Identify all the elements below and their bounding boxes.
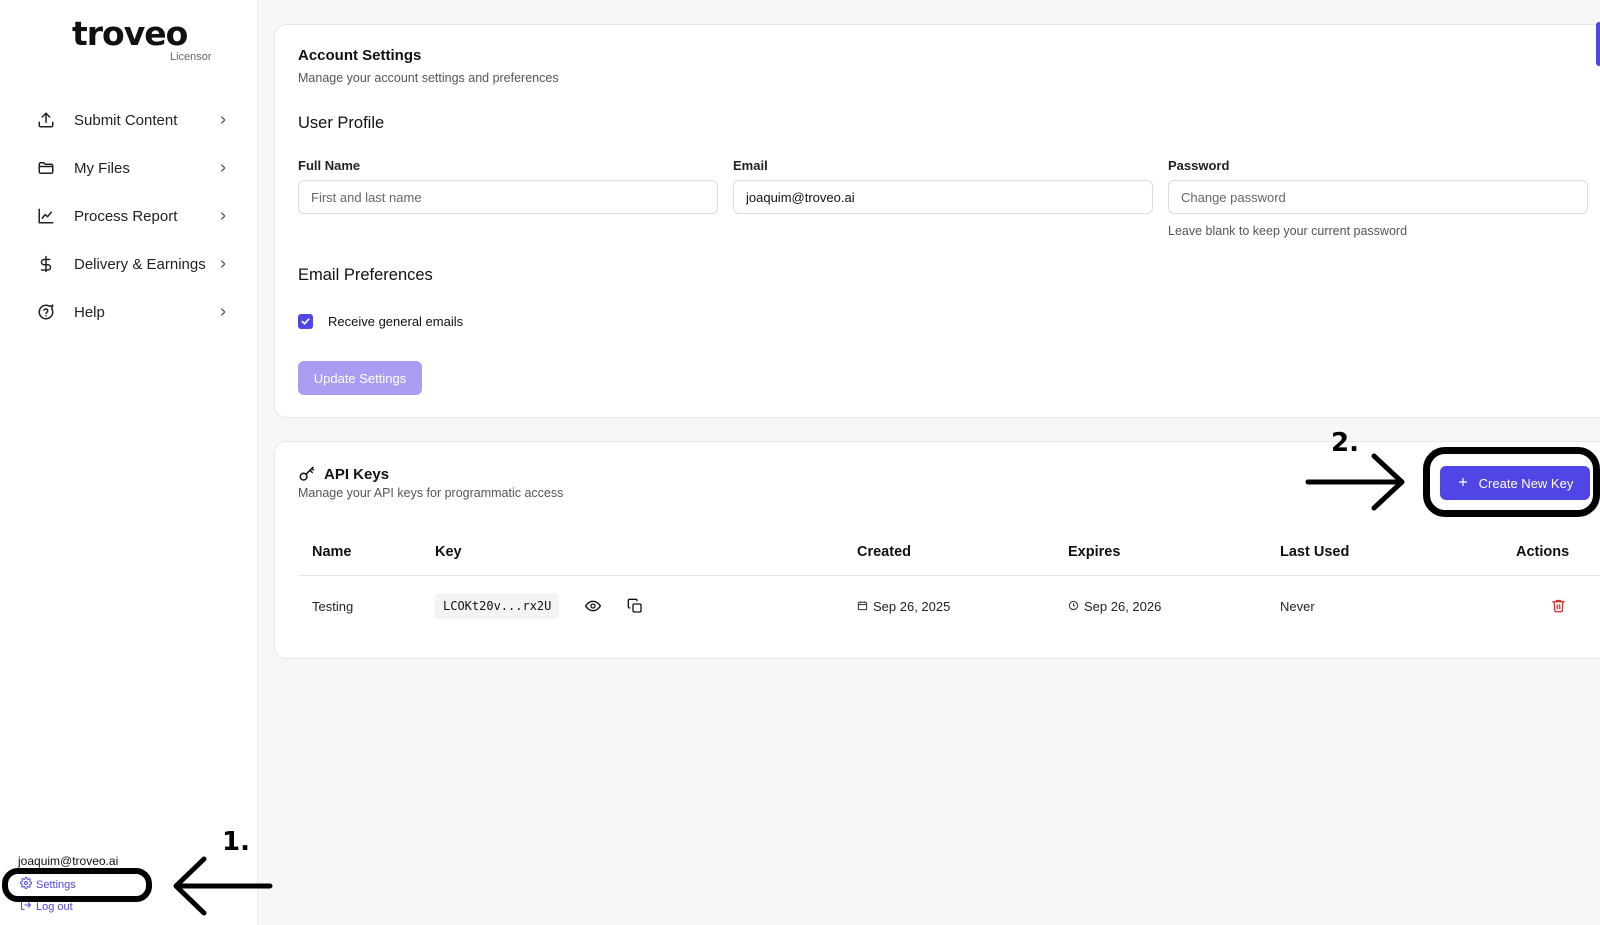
- password-label: Password: [1168, 158, 1230, 173]
- step-2-label: 2.: [1331, 428, 1359, 458]
- create-key-highlight-outline: [1423, 447, 1600, 517]
- right-edge-tab[interactable]: [1596, 22, 1600, 66]
- sidebar-item-process-report[interactable]: Process Report: [36, 192, 230, 240]
- column-header-last-used: Last Used: [1280, 544, 1350, 560]
- password-help-text: Leave blank to keep your current passwor…: [1168, 224, 1408, 238]
- sidebar-item-help[interactable]: Help: [36, 288, 230, 336]
- general-emails-label: Receive general emails: [328, 314, 464, 329]
- expires-date: Sep 26, 2026: [1084, 599, 1162, 614]
- api-keys-subtitle: Manage your API keys for programmatic ac…: [298, 486, 564, 500]
- sidebar-item-label: Process Report: [74, 207, 178, 225]
- email-input[interactable]: [733, 180, 1153, 214]
- settings-highlight-outline: [2, 868, 152, 902]
- api-keys-title: API Keys: [324, 466, 390, 483]
- help-bubble-icon: [36, 302, 56, 322]
- full-name-label: Full Name: [298, 158, 361, 173]
- check-icon: [301, 318, 310, 325]
- key-name-cell: Testing: [312, 599, 354, 614]
- calendar-icon: [857, 599, 868, 614]
- created-date: Sep 26, 2025: [873, 599, 951, 614]
- sidebar-item-label: Submit Content: [74, 111, 178, 129]
- trash-icon[interactable]: [1551, 598, 1566, 618]
- line-chart-icon: [36, 206, 56, 226]
- chevron-right-icon: [216, 209, 230, 223]
- expires-cell: Sep 26, 2026: [1068, 599, 1161, 614]
- brand-logo: troveo: [72, 14, 188, 53]
- upload-icon: [36, 110, 56, 130]
- key-icon: [298, 465, 316, 488]
- account-settings-card: Account Settings Manage your account set…: [274, 24, 1600, 418]
- full-name-input[interactable]: [298, 180, 718, 214]
- last-used-cell: Never: [1280, 599, 1315, 614]
- account-settings-title: Account Settings: [298, 47, 422, 64]
- general-emails-checkbox[interactable]: [298, 314, 313, 329]
- sidebar: troveo Licensor Submit Content My Files …: [0, 0, 258, 925]
- sidebar-item-label: Delivery & Earnings: [74, 255, 206, 273]
- copy-icon[interactable]: [627, 598, 643, 619]
- column-header-name: Name: [312, 544, 352, 560]
- eye-icon[interactable]: [584, 598, 602, 619]
- sidebar-nav: Submit Content My Files Process Report D…: [36, 96, 230, 336]
- sidebar-item-my-files[interactable]: My Files: [36, 144, 230, 192]
- password-input[interactable]: [1168, 180, 1588, 214]
- email-label: Email: [733, 158, 768, 173]
- column-header-actions: Actions: [1516, 544, 1570, 560]
- created-cell: Sep 26, 2025: [857, 599, 950, 614]
- api-keys-card: API Keys Manage your API keys for progra…: [274, 441, 1600, 659]
- sidebar-item-delivery-earnings[interactable]: Delivery & Earnings: [36, 240, 230, 288]
- column-header-created: Created: [857, 544, 911, 560]
- column-header-expires: Expires: [1068, 544, 1121, 560]
- chevron-right-icon: [216, 113, 230, 127]
- api-key-value: LCOKt20v...rx2U: [435, 593, 560, 619]
- step-1-label: 1.: [222, 827, 250, 857]
- email-preferences-heading: Email Preferences: [298, 266, 433, 284]
- chevron-right-icon: [216, 161, 230, 175]
- sidebar-item-submit-content[interactable]: Submit Content: [36, 96, 230, 144]
- update-settings-button[interactable]: Update Settings: [298, 361, 422, 395]
- logout-link-label: Log out: [36, 900, 73, 913]
- column-header-key: Key: [435, 544, 462, 560]
- account-settings-subtitle: Manage your account settings and prefere…: [298, 71, 559, 85]
- dollar-icon: [36, 254, 56, 274]
- sidebar-item-label: My Files: [74, 159, 130, 177]
- user-profile-heading: User Profile: [298, 114, 385, 132]
- chevron-right-icon: [216, 305, 230, 319]
- brand-subtitle: Licensor: [170, 51, 212, 63]
- sidebar-item-label: Help: [74, 303, 105, 321]
- chevron-right-icon: [216, 257, 230, 271]
- table-divider: [298, 575, 1600, 576]
- user-email: joaquim@troveo.ai: [18, 854, 119, 868]
- folder-icon: [36, 158, 56, 178]
- clock-icon: [1068, 599, 1079, 614]
